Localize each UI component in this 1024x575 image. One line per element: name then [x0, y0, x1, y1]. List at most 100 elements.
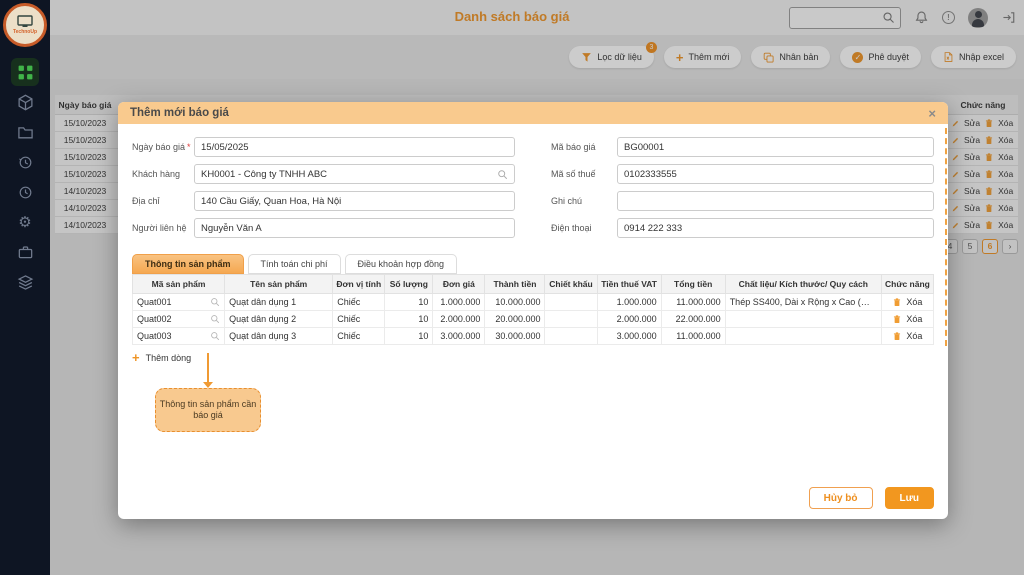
- discount-cell[interactable]: [545, 311, 597, 328]
- note-input[interactable]: [624, 196, 927, 207]
- spec-cell[interactable]: [725, 328, 881, 345]
- search-icon[interactable]: [497, 169, 508, 180]
- plus-icon: +: [132, 351, 140, 364]
- delete-button[interactable]: Xóa: [906, 297, 922, 307]
- tab-contract-terms[interactable]: Điều khoản hợp đồng: [345, 254, 457, 274]
- unit-cell[interactable]: Chiếc: [333, 294, 385, 311]
- sidebar-item-business[interactable]: [11, 238, 39, 266]
- modal-tabs: Thông tin sản phẩm Tính toán chi phí Điề…: [132, 254, 934, 274]
- unit-price-cell[interactable]: 3.000.000: [433, 328, 485, 345]
- unit-price-cell[interactable]: 2.000.000: [433, 311, 485, 328]
- spec-cell[interactable]: Thép SS400, Dài x Rộng x Cao (mm), Độ dà…: [725, 294, 881, 311]
- folder-icon: [17, 124, 34, 141]
- required-asterisk: *: [187, 142, 191, 152]
- product-name[interactable]: Quạt dân dụng 1: [225, 294, 333, 311]
- trash-icon[interactable]: [892, 331, 902, 342]
- column-header: Thành tiền: [485, 275, 545, 294]
- sidebar-item-history[interactable]: [11, 148, 39, 176]
- product-code[interactable]: Quat001: [137, 297, 172, 307]
- quote-date-input[interactable]: [201, 142, 508, 153]
- briefcase-icon: [17, 244, 34, 261]
- app-logo[interactable]: TechnoUp: [3, 3, 47, 47]
- contact-person-field[interactable]: [194, 218, 515, 238]
- phone-field[interactable]: [617, 218, 934, 238]
- amount-cell[interactable]: 30.000.000: [485, 328, 545, 345]
- customer-input[interactable]: [201, 169, 497, 180]
- vat-cell[interactable]: 1.000.000: [597, 294, 661, 311]
- quote-date-field[interactable]: [194, 137, 515, 157]
- quantity-cell[interactable]: 10: [385, 311, 433, 328]
- spec-cell[interactable]: [725, 311, 881, 328]
- add-row-label: Thêm dòng: [146, 353, 192, 363]
- cancel-button[interactable]: Hủy bỏ: [809, 487, 873, 509]
- sidebar-item-categories[interactable]: [11, 268, 39, 296]
- product-code[interactable]: Quat003: [137, 331, 172, 341]
- discount-cell[interactable]: [545, 294, 597, 311]
- note-label: Ghi chú: [551, 196, 617, 206]
- search-icon[interactable]: [210, 331, 220, 341]
- logo-monitor-icon: [16, 15, 34, 28]
- delete-button[interactable]: Xóa: [906, 331, 922, 341]
- search-icon[interactable]: [210, 314, 220, 324]
- sidebar-item-dashboard[interactable]: [11, 58, 39, 86]
- modal-title: Thêm mới báo giá: [130, 107, 229, 119]
- tax-code-label: Mã số thuế: [551, 169, 617, 179]
- unit-price-cell[interactable]: 1.000.000: [433, 294, 485, 311]
- address-input[interactable]: [201, 196, 508, 207]
- annotation-balloon: Thông tin sản phẩm cần báo giá: [155, 388, 261, 432]
- address-field[interactable]: [194, 191, 515, 211]
- sidebar-item-settings[interactable]: ⚙: [11, 208, 39, 236]
- column-header: Tên sản phẩm: [225, 275, 333, 294]
- column-header: Chất liệu/ Kích thước/ Quy cách: [725, 275, 881, 294]
- note-field[interactable]: [617, 191, 934, 211]
- customer-field[interactable]: [194, 164, 515, 184]
- unit-cell[interactable]: Chiếc: [333, 311, 385, 328]
- amount-cell[interactable]: 10.000.000: [485, 294, 545, 311]
- address-label: Địa chỉ: [132, 196, 194, 206]
- sidebar-item-products[interactable]: [11, 88, 39, 116]
- add-quote-modal: Thêm mới báo giá × Ngày báo giá* Khách h…: [118, 102, 948, 519]
- product-name[interactable]: Quạt dân dụng 2: [225, 311, 333, 328]
- total-cell[interactable]: 11.000.000: [661, 328, 725, 345]
- trash-icon[interactable]: [892, 297, 902, 308]
- sidebar-item-time[interactable]: [11, 178, 39, 206]
- total-cell[interactable]: 11.000.000: [661, 294, 725, 311]
- unit-cell[interactable]: Chiếc: [333, 328, 385, 345]
- search-icon[interactable]: [210, 297, 220, 307]
- tab-product-info[interactable]: Thông tin sản phẩm: [132, 254, 244, 274]
- product-code[interactable]: Quat002: [137, 314, 172, 324]
- close-icon[interactable]: ×: [928, 107, 936, 120]
- quantity-cell[interactable]: 10: [385, 294, 433, 311]
- quote-code-input[interactable]: [624, 142, 927, 153]
- product-name[interactable]: Quạt dân dụng 3: [225, 328, 333, 345]
- amount-cell[interactable]: 20.000.000: [485, 311, 545, 328]
- tab-cost-calculation[interactable]: Tính toán chi phí: [248, 254, 341, 274]
- delete-button[interactable]: Xóa: [906, 314, 922, 324]
- sidebar-item-documents[interactable]: [11, 118, 39, 146]
- product-row: Quat002 Quạt dân dụng 2 Chiếc 10 2.000.0…: [133, 311, 934, 328]
- add-row-button[interactable]: + Thêm dòng: [132, 351, 934, 364]
- column-header: Chiết khấu: [545, 275, 597, 294]
- tax-code-field[interactable]: [617, 164, 934, 184]
- total-cell[interactable]: 22.000.000: [661, 311, 725, 328]
- contact-person-input[interactable]: [201, 223, 508, 234]
- layers-icon: [17, 274, 34, 291]
- vat-cell[interactable]: 2.000.000: [597, 311, 661, 328]
- tax-code-input[interactable]: [624, 169, 927, 180]
- trash-icon[interactable]: [892, 314, 902, 325]
- phone-label: Điện thoại: [551, 223, 617, 233]
- discount-cell[interactable]: [545, 328, 597, 345]
- vat-cell[interactable]: 3.000.000: [597, 328, 661, 345]
- save-button[interactable]: Lưu: [885, 487, 934, 509]
- quote-date-label: Ngày báo giá*: [132, 142, 194, 152]
- cube-icon: [17, 94, 34, 111]
- column-header: Tiền thuế VAT: [597, 275, 661, 294]
- annotation-line: [207, 353, 209, 384]
- phone-input[interactable]: [624, 223, 927, 234]
- column-header: Đơn vị tính: [333, 275, 385, 294]
- app-root: TechnoUp: [0, 0, 1024, 575]
- quote-code-field[interactable]: [617, 137, 934, 157]
- quantity-cell[interactable]: 10: [385, 328, 433, 345]
- quote-form: Ngày báo giá* Khách hàng Địa chỉ Người l…: [118, 124, 948, 247]
- column-header: Mã sản phẩm: [133, 275, 225, 294]
